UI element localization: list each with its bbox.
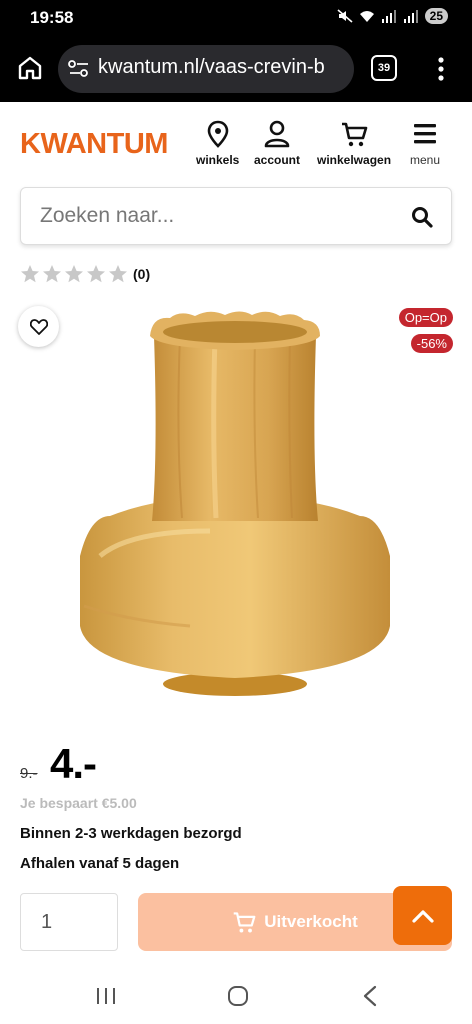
- star-icon: [87, 265, 105, 283]
- pickup-text: Afhalen vanaf 5 dagen: [20, 855, 180, 872]
- signal-icon: [381, 10, 396, 23]
- battery-indicator: 25: [424, 8, 448, 24]
- scroll-to-top-button[interactable]: [393, 886, 452, 945]
- system-navigation-bar: [0, 966, 472, 1024]
- nav-label-winkelwagen: winkelwagen: [317, 153, 392, 167]
- quantity-input[interactable]: 1: [20, 893, 118, 951]
- more-options-icon[interactable]: [436, 56, 446, 82]
- site-settings-icon[interactable]: [68, 60, 90, 78]
- cart-icon: [233, 912, 256, 933]
- nav-account[interactable]: account: [254, 120, 300, 167]
- status-time: 19:58: [30, 8, 74, 27]
- savings-text: Je bespaart €5.00: [20, 795, 137, 811]
- nav-winkels[interactable]: winkels: [196, 120, 239, 167]
- user-icon: [264, 120, 290, 148]
- home-nav-icon[interactable]: [227, 985, 249, 1007]
- search-placeholder: Zoeken naar...: [40, 204, 175, 227]
- delivery-text: Binnen 2-3 werkdagen bezorgd: [20, 825, 242, 842]
- nav-label-account: account: [254, 153, 301, 167]
- star-icon: [21, 265, 39, 283]
- hamburger-icon: [414, 124, 437, 144]
- kwantum-logo[interactable]: KWANTUM: [20, 128, 168, 161]
- chevron-up-icon: [411, 909, 434, 923]
- star-icon: [65, 265, 83, 283]
- status-icons: 25: [337, 8, 448, 24]
- wifi-icon: [359, 11, 374, 22]
- sale-price: 4.-: [50, 740, 97, 787]
- tab-switcher-button[interactable]: 39: [371, 55, 397, 81]
- wishlist-button[interactable]: [18, 306, 59, 347]
- recent-apps-icon[interactable]: [95, 986, 117, 1006]
- product-rating[interactable]: (0): [20, 264, 150, 284]
- status-bar: 19:58 25: [0, 0, 472, 36]
- mute-icon: [337, 9, 353, 23]
- search-icon[interactable]: [411, 206, 433, 228]
- location-pin-icon: [207, 120, 228, 148]
- url-bar[interactable]: kwantum.nl/vaas-crevin-b: [58, 45, 354, 93]
- nav-label-winkels: winkels: [196, 153, 240, 167]
- star-icon: [109, 265, 127, 283]
- op-op-badge: Op=Op: [398, 308, 453, 327]
- cart-icon: [342, 122, 368, 147]
- site-header: KWANTUM winkels account winkelwagen menu: [0, 102, 472, 184]
- nav-winkelwagen[interactable]: winkelwagen: [317, 120, 391, 167]
- product-gallery[interactable]: Op=Op -56%: [0, 296, 472, 716]
- star-icon: [43, 265, 61, 283]
- browser-toolbar: kwantum.nl/vaas-crevin-b 39: [0, 36, 472, 102]
- nav-label-menu: menu: [410, 153, 441, 167]
- product-image[interactable]: [70, 306, 400, 701]
- url-text: kwantum.nl/vaas-crevin-b: [98, 56, 325, 78]
- rating-count: (0): [133, 266, 151, 282]
- old-price: 9.-: [20, 765, 38, 782]
- nav-menu[interactable]: menu: [410, 120, 440, 167]
- search-input[interactable]: Zoeken naar...: [20, 187, 452, 245]
- discount-badge: -56%: [410, 334, 453, 353]
- back-icon[interactable]: [362, 985, 378, 1007]
- sold-out-label: Uitverkocht: [264, 912, 358, 931]
- heart-icon: [29, 318, 48, 335]
- signal-icon-2: [403, 10, 418, 23]
- home-icon[interactable]: [16, 54, 44, 82]
